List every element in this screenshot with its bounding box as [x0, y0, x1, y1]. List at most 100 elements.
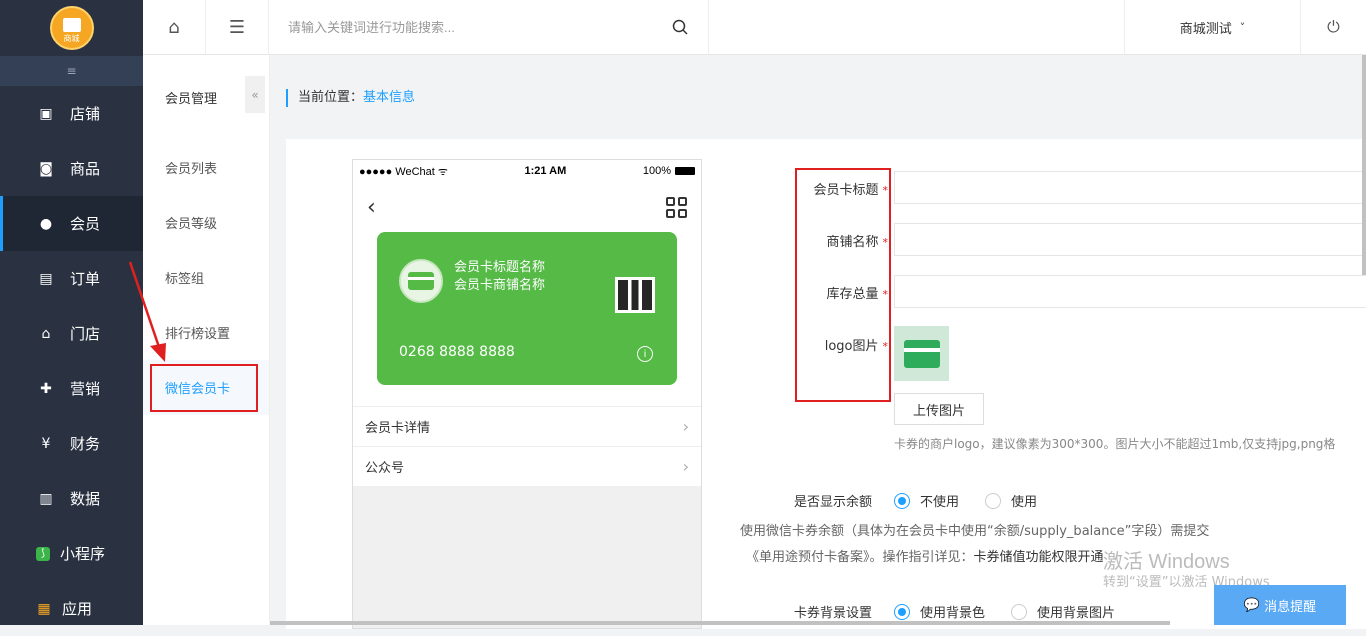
- member-subnav: 会员管理 « 会员列表 会员等级 标签组 排行榜设置 微信会员卡: [143, 55, 270, 625]
- gift-icon: ✚: [40, 380, 52, 397]
- card-icon: [408, 272, 434, 290]
- phone-preview: ●●●●● WeChat ᯤ 1:21 AM 100% ‹ 会员卡标题名称 会员…: [352, 159, 702, 629]
- sidebar-item-apps[interactable]: ▦ 应用: [0, 581, 143, 636]
- card-form: 会员卡标题 * 商铺名称 * 库存总量 * logo图片 * 上传图片 卡券的商户log…: [740, 139, 1366, 629]
- power-icon: ⏻: [1327, 17, 1340, 36]
- main-sidebar: 商城 ≡ ▣ 店铺 ◙ 商品 ● 会员 ▤ 订单 ⌂ 门店 ✚ 营销 ¥ 财务 …: [0, 0, 143, 625]
- subnav-item-tag-group[interactable]: 标签组: [143, 250, 269, 305]
- subnav-item-ranking[interactable]: 排行榜设置: [143, 305, 269, 360]
- member-card-preview: 会员卡标题名称 会员卡商铺名称 0268 8888 8888 i: [377, 232, 677, 385]
- sidebar-item-shop[interactable]: ▣ 店铺: [0, 86, 143, 141]
- breadcrumb-current[interactable]: 基本信息: [363, 90, 415, 105]
- sidebar-item-goods[interactable]: ◙ 商品: [0, 141, 143, 196]
- annotation-highlight-box: [150, 364, 258, 412]
- radio-balance-off[interactable]: [894, 492, 910, 509]
- sidebar-item-label: 数据: [70, 490, 101, 508]
- background-setting: 卡券背景设置 使用背景色 使用背景图片: [786, 602, 1141, 621]
- shop-logo[interactable]: 商城: [49, 6, 94, 50]
- sidebar-item-label: 财务: [70, 435, 101, 453]
- row-label: 会员卡详情: [365, 421, 431, 436]
- radio-balance-on[interactable]: [985, 492, 1002, 509]
- battery-icon: [675, 167, 695, 176]
- card-shop-name: 会员卡商铺名称: [454, 278, 546, 293]
- back-icon: ‹: [367, 194, 376, 220]
- logo-area: 商城: [0, 0, 143, 56]
- grid-icon: [666, 196, 687, 218]
- shop-name: 商城测试: [1179, 21, 1232, 37]
- collapse-icon: ≡: [66, 64, 77, 78]
- sidebar-item-label: 商品: [70, 160, 101, 178]
- sidebar-item-label: 会员: [70, 215, 101, 233]
- sidebar-item-data[interactable]: ▥ 数据: [0, 471, 143, 526]
- sidebar-item-member[interactable]: ● 会员: [0, 196, 143, 251]
- card-title-input[interactable]: [894, 171, 1366, 204]
- home-button[interactable]: ⌂: [143, 0, 206, 55]
- message-reminder-button[interactable]: 💬 消息提醒: [1214, 585, 1346, 625]
- balance-setting: 是否显示余额 不使用 使用: [786, 491, 1063, 510]
- battery-status: 100%: [643, 165, 695, 177]
- chart-icon: ▥: [39, 490, 53, 507]
- qrcode-icon: [615, 277, 655, 313]
- horizontal-scrollbar[interactable]: [270, 621, 1170, 625]
- shop-selector[interactable]: 商城测试 ˅: [1124, 0, 1301, 55]
- top-bar: ⌂ ☰ 商城测试 ˅ ⏻: [143, 0, 1366, 55]
- sidebar-item-label: 营销: [70, 380, 101, 398]
- chat-icon: 💬: [1243, 597, 1261, 613]
- sidebar-item-label: 店铺: [70, 105, 101, 123]
- row-label: 公众号: [365, 461, 405, 476]
- chevron-right-icon: ›: [682, 457, 689, 476]
- shop-name-input[interactable]: [894, 223, 1366, 256]
- battery-text: 100%: [642, 165, 671, 177]
- bag-icon: ◙: [39, 160, 53, 177]
- stock-input[interactable]: [894, 275, 1366, 308]
- home-icon: ⌂: [168, 16, 180, 38]
- phone-time: 1:21 AM: [524, 165, 567, 177]
- windows-activation-watermark: 激活 Windows: [1103, 551, 1230, 573]
- sidebar-item-store[interactable]: ⌂ 门店: [0, 306, 143, 361]
- sidebar-item-miniapp[interactable]: ⟆ 小程序: [0, 526, 143, 581]
- logo-text: 商城: [63, 34, 80, 43]
- annotation-highlight-box: [795, 168, 891, 402]
- card-number: 0268 8888 8888: [399, 344, 515, 360]
- background-label: 卡券背景设置: [793, 606, 872, 621]
- logout-button[interactable]: ⏻: [1301, 0, 1366, 55]
- search-bar: [269, 0, 709, 55]
- sidebar-item-order[interactable]: ▤ 订单: [0, 251, 143, 306]
- chevron-right-icon: ›: [682, 417, 689, 436]
- phone-nav-bar: ‹: [353, 182, 701, 232]
- vertical-scrollbar[interactable]: [1362, 55, 1366, 275]
- radio-bg-image[interactable]: [1011, 603, 1028, 620]
- breadcrumb-prefix: 当前位置：: [298, 90, 364, 105]
- radio-bg-color[interactable]: [894, 603, 910, 620]
- permission-guide-link[interactable]: 卡券储值功能权限开通: [974, 550, 1104, 565]
- card-title: 会员卡标题名称: [454, 260, 546, 275]
- sidebar-item-label: 门店: [70, 325, 101, 343]
- balance-label: 是否显示余额: [793, 495, 872, 510]
- store-icon: ⌂: [41, 325, 51, 342]
- logo-preview: [894, 326, 949, 381]
- search-icon[interactable]: [672, 19, 688, 35]
- miniapp-icon: ⟆: [36, 546, 50, 561]
- sidebar-item-finance[interactable]: ¥ 财务: [0, 416, 143, 471]
- upload-image-button[interactable]: 上传图片: [894, 393, 984, 425]
- main-content: 当前位置：基本信息 ●●●●● WeChat ᯤ 1:21 AM 100% ‹ …: [270, 55, 1366, 629]
- phone-status-bar: ●●●●● WeChat ᯤ 1:21 AM 100%: [353, 160, 701, 182]
- official-account-row: 公众号 ›: [353, 446, 701, 486]
- card-title-block: 会员卡标题名称 会员卡商铺名称: [454, 259, 545, 295]
- subnav-item-member-list[interactable]: 会员列表: [143, 140, 269, 195]
- sidebar-item-label: 订单: [70, 270, 101, 288]
- sidebar-item-marketing[interactable]: ✚ 营销: [0, 361, 143, 416]
- subnav-collapse-button[interactable]: «: [245, 76, 265, 113]
- sidebar-item-label: 小程序: [60, 545, 106, 563]
- subnav-item-member-level[interactable]: 会员等级: [143, 195, 269, 250]
- sidebar-collapse-button[interactable]: ≡: [0, 56, 143, 86]
- info-icon: i: [637, 346, 653, 362]
- house-icon: [62, 18, 81, 32]
- order-icon: ▤: [39, 270, 53, 287]
- balance-note-1: 使用微信卡券余额（具体为在会员卡中使用“余额/supply_balance”字段…: [740, 524, 1210, 539]
- card-detail-row: 会员卡详情 ›: [353, 406, 701, 446]
- search-input[interactable]: [288, 19, 648, 35]
- carrier-text: ●●●●● WeChat ᯤ: [359, 165, 448, 178]
- menu-toggle-button[interactable]: ☰: [206, 0, 269, 55]
